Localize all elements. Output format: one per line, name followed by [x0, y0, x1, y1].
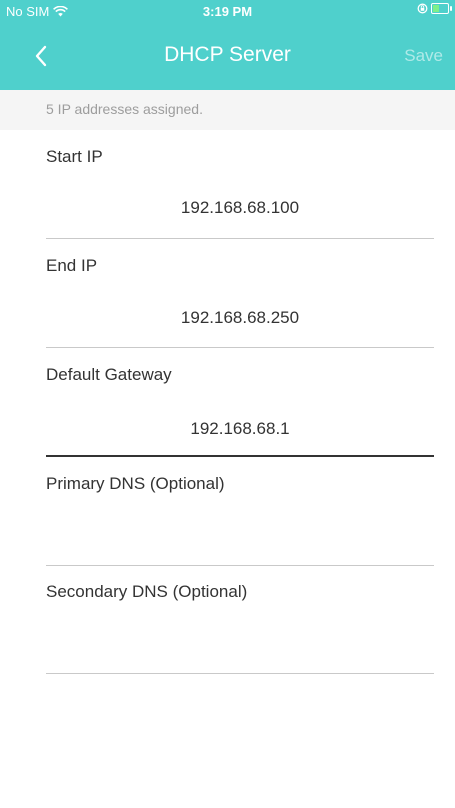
end-ip-divider: [46, 347, 434, 348]
page-title: DHCP Server: [164, 43, 291, 66]
primary-dns-input[interactable]: [46, 527, 434, 547]
secondary-dns-divider: [46, 673, 434, 674]
primary-dns-divider: [46, 565, 434, 566]
secondary-dns-input[interactable]: [46, 636, 434, 656]
start-ip-divider: [46, 238, 434, 239]
status-time: 3:19 PM: [202, 4, 253, 19]
status-bar: No SIM 3:19 PM: [0, 0, 455, 22]
end-ip-input[interactable]: [46, 308, 434, 328]
status-right: [417, 3, 452, 14]
end-ip-label: End IP: [46, 256, 98, 275]
save-button[interactable]: Save: [404, 46, 443, 66]
default-gateway-label: Default Gateway: [46, 365, 172, 384]
info-banner: 5 IP addresses assigned.: [0, 90, 455, 130]
primary-dns-label: Primary DNS (Optional): [46, 474, 225, 493]
nav-bar: DHCP Server Save: [0, 34, 455, 80]
assigned-count-text: 5 IP addresses assigned.: [46, 101, 203, 117]
start-ip-label: Start IP: [46, 147, 103, 166]
secondary-dns-label: Secondary DNS (Optional): [46, 582, 248, 601]
start-ip-input[interactable]: [46, 198, 434, 218]
battery-icon: [431, 3, 452, 14]
default-gateway-input[interactable]: [46, 419, 434, 439]
app-header: No SIM 3:19 PM DHCP Server Save: [0, 0, 455, 90]
orientation-lock-icon: [417, 3, 428, 14]
default-gateway-divider: [46, 455, 434, 457]
